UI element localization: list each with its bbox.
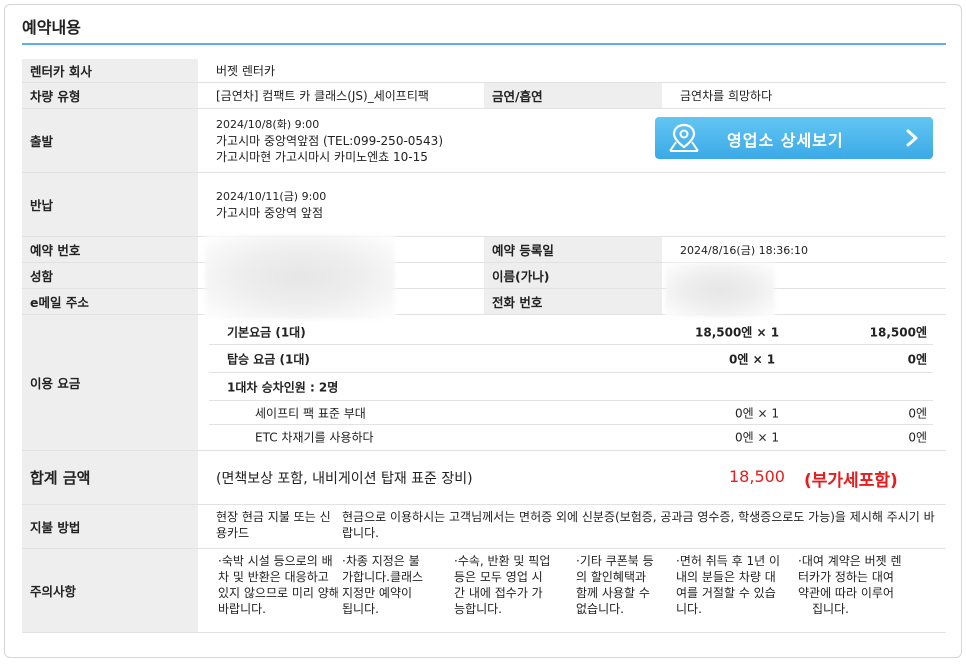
fee-line-etc: ETC 차재기를 사용하다 0엔 × 1 0엔 (209, 425, 933, 449)
branch-details-button[interactable]: 영업소 상세보기 (655, 117, 933, 159)
fee-line-name: ETC 차재기를 사용하다 (255, 430, 374, 445)
notice-accommodation: ·숙박 시설 등으로의 배 차 및 반환은 대응하고 있지 않으므로 미리 양해… (218, 554, 338, 616)
fee-line-amount: 0엔 (908, 406, 927, 420)
return-info: 2024/10/11(금) 9:00 가고시마 중앙역 앞점 (198, 173, 326, 236)
map-pin-icon (667, 123, 701, 156)
name-label: 성함 (22, 263, 198, 288)
notice-vehicle-class: ·차종 지정은 불 가합니다.클래스 지정만 예약이 됩니다. (342, 554, 424, 616)
departure-info: 2024/10/8(화) 9:00 가고시마 중앙역앞점 (TEL:099-25… (198, 109, 443, 172)
vehicle-type-value: [금연차] 컴팩트 카 클래스(JS)_세이프티팩 (216, 89, 429, 103)
fee-line-passenger: 탑승 요금 (1대) 0엔 × 1 0엔 (209, 345, 933, 373)
reservation-card: 예약내용 렌터카 회사 버젯 렌터카 차량 유형 [금연차] 컴팩트 카 클래스… (4, 4, 962, 658)
payment-label: 지불 방법 (22, 505, 198, 548)
fee-line-amount: 0엔 (908, 430, 927, 445)
total-amount: 18,500 (729, 467, 785, 486)
fee-line-amount: 0엔 (907, 352, 927, 366)
notice-rental-terms: ·대여 계약은 버젯 렌 터카가 정하는 대여 약관에 따라 이루어 집니다. (798, 554, 902, 616)
row-name: 성함 이름(가나) (22, 263, 946, 289)
reservation-number-label: 예약 번호 (22, 237, 198, 262)
total-info: (면책보상 포함, 내비게이션 탑재 표준 장비) 18,500 (부가세포함) (198, 451, 946, 504)
rental-company-label: 렌터카 회사 (22, 59, 198, 82)
payment-note: 현금으로 이용하시는 고객님께서는 면허증 외에 신분증(보험증, 공과금 영수… (342, 510, 935, 540)
notice-coupons: ·기타 쿠폰북 등 의 할인혜택과 함께 사용할 수 없습니다. (576, 554, 654, 616)
title-divider (22, 43, 946, 45)
section-title: 예약내용 (22, 18, 81, 37)
fee-line-unit: 0엔 × 1 (729, 352, 776, 366)
fee-line-name: 기본요금 (1대) (227, 325, 306, 339)
row-reservation-number: 예약 번호 예약 등록일 2024/8/16(금) 18:36:10 (22, 237, 946, 263)
fee-line-unit: 18,500엔 × 1 (695, 325, 780, 339)
chevron-right-icon (905, 129, 919, 150)
row-email: e메일 주소 전화 번호 (22, 289, 946, 315)
fee-line-name: 1대차 승차인원 : 2명 (227, 380, 339, 394)
return-branch: 가고시마 중앙역 앞점 (216, 205, 323, 220)
fee-line-safety-pack: 세이프티 팩 표준 부대 0엔 × 1 0엔 (209, 401, 933, 425)
row-rental-company: 렌터카 회사 버젯 렌터카 (22, 59, 946, 83)
row-payment: 지불 방법 현장 현금 지불 또는 신용카드 현금으로 이용하시는 고객님께서는… (22, 505, 946, 549)
total-label: 합계 금액 (22, 451, 198, 504)
payment-method: 현장 현금 지불 또는 신용카드 (216, 510, 331, 540)
fee-line-unit: 0엔 × 1 (735, 430, 779, 445)
registered-date-value: 2024/8/16(금) 18:36:10 (680, 243, 809, 257)
phone-label: 전화 번호 (484, 289, 662, 314)
fee-line-amount: 18,500엔 (869, 325, 927, 339)
redacted-personal-info (205, 235, 395, 319)
tax-included-note: (부가세포함) (804, 471, 898, 491)
rental-company-value: 버젯 렌터카 (216, 64, 276, 78)
email-label: e메일 주소 (22, 289, 198, 314)
row-notices: 주의사항 ·숙박 시설 등으로의 배 차 및 반환은 대응하고 있지 않으므로 … (22, 549, 946, 633)
fee-line-name: 세이프티 팩 표준 부대 (255, 406, 366, 420)
smoking-label: 금연/흡연 (484, 83, 662, 108)
fee-line-occupancy: 1대차 승차인원 : 2명 (209, 373, 933, 401)
redacted-contact-info (665, 263, 775, 317)
fee-line-name: 탑승 요금 (1대) (227, 352, 310, 366)
fee-line-basic: 기본요금 (1대) 18,500엔 × 1 18,500엔 (209, 319, 933, 345)
total-note: (면책보상 포함, 내비게이션 탑재 표준 장비) (216, 470, 473, 487)
departure-address: 가고시마현 가고시마시 카미노엔쵸 10-15 (216, 149, 428, 164)
branch-details-label: 영업소 상세보기 (727, 131, 844, 150)
fee-line-unit: 0엔 × 1 (735, 406, 779, 420)
smoking-value: 금연차를 희망하다 (680, 89, 773, 103)
departure-datetime: 2024/10/8(화) 9:00 (216, 117, 320, 131)
vehicle-type-label: 차량 유형 (22, 83, 198, 108)
departure-branch: 가고시마 중앙역앞점 (TEL:099-250-0543) (216, 133, 444, 148)
notices-label: 주의사항 (22, 549, 198, 632)
registered-date-label: 예약 등록일 (484, 237, 662, 262)
row-vehicle-type: 차량 유형 [금연차] 컴팩트 카 클래스(JS)_세이프티팩 금연/흡연 금연… (22, 83, 946, 109)
notice-license: ·면허 취득 후 1년 이 내의 분들은 차량 대 여를 거절할 수 있습 니다… (676, 554, 780, 616)
usage-fees-label: 이용 요금 (22, 315, 198, 450)
return-label: 반납 (22, 173, 198, 236)
notice-business-hours: ·수속, 반환 및 픽업 등은 모두 영업 시 간 내에 접수가 가 능합니다. (454, 554, 551, 616)
return-datetime: 2024/10/11(금) 9:00 (216, 189, 327, 203)
row-total: 합계 금액 (면책보상 포함, 내비게이션 탑재 표준 장비) 18,500 (… (22, 451, 946, 505)
row-return: 반납 2024/10/11(금) 9:00 가고시마 중앙역 앞점 (22, 173, 946, 237)
departure-label: 출발 (22, 109, 198, 172)
kana-name-label: 이름(가나) (484, 263, 662, 288)
